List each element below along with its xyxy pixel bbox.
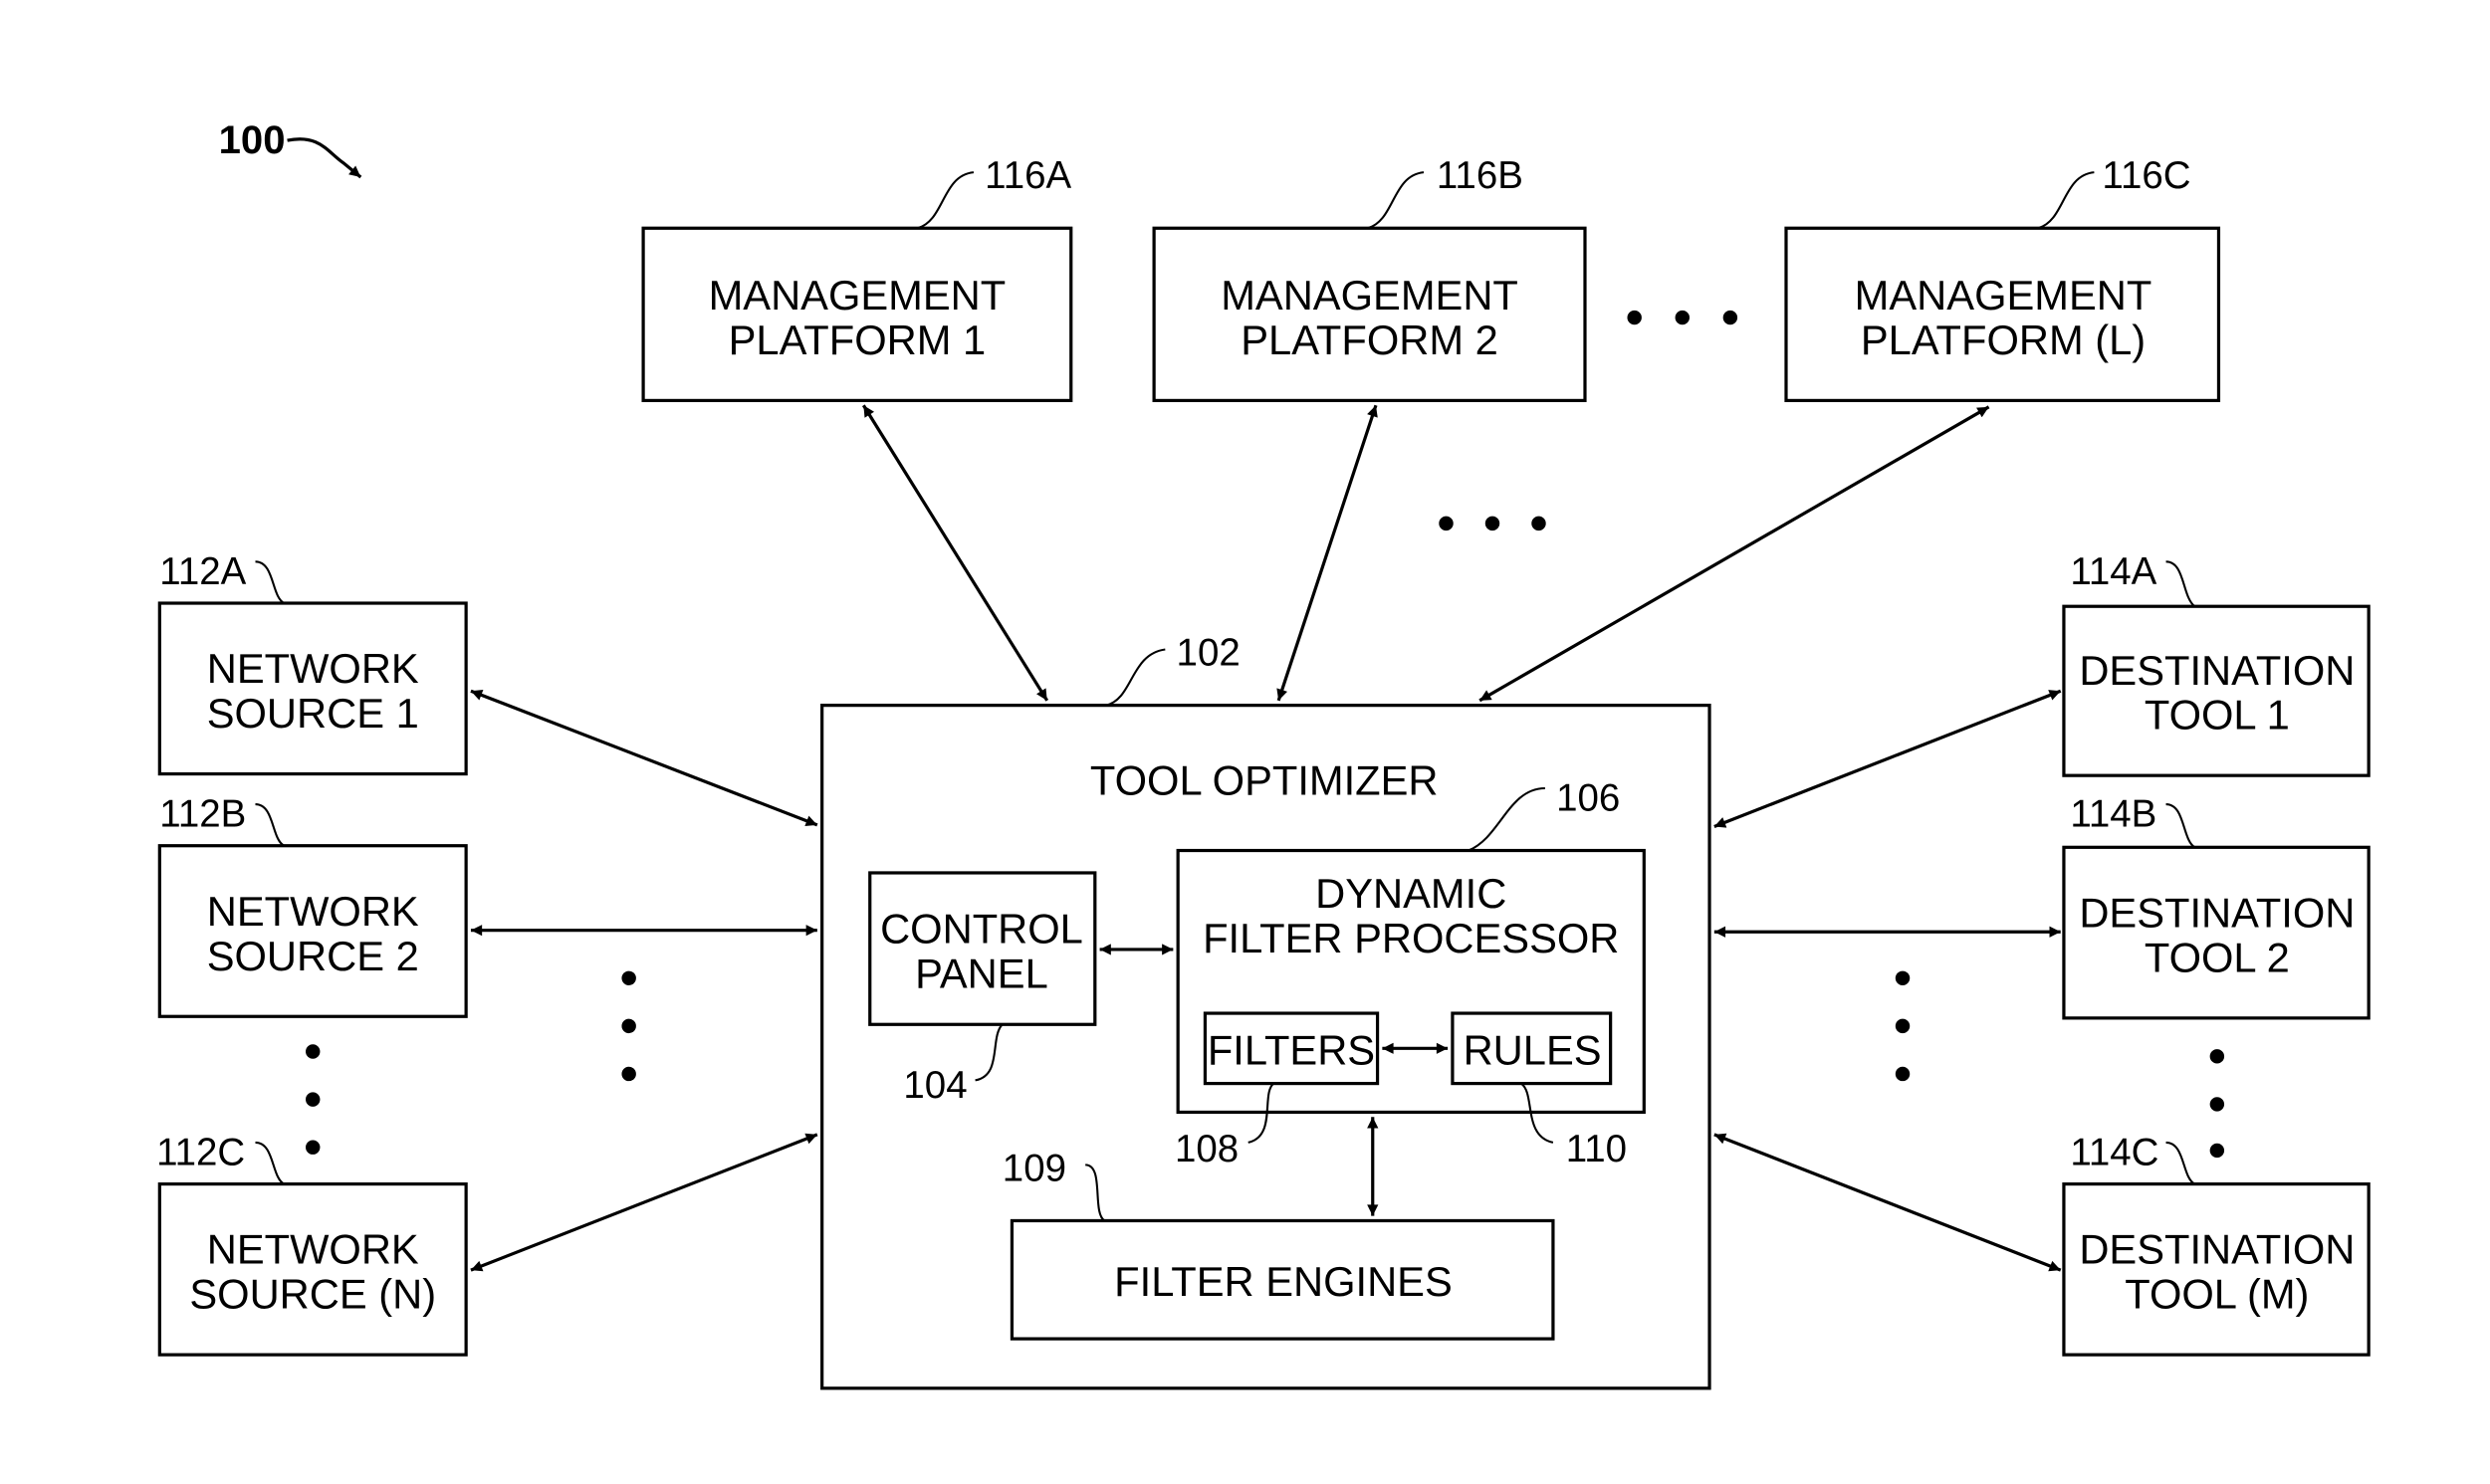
management-platform-1-ref: 116A [985, 154, 1071, 197]
management-platform-1: MANAGEMENT PLATFORM 1 116A [641, 154, 1073, 403]
network-source-ellipsis [306, 1044, 321, 1155]
destination-tool-1-line2: TOOL 1 [2145, 692, 2290, 739]
rules-ref: 110 [1566, 1128, 1627, 1170]
destination-tool-m-ref: 114C [2070, 1131, 2158, 1173]
filter-engines-label: FILTER ENGINES [1114, 1258, 1453, 1305]
management-link-ellipsis [1439, 516, 1546, 531]
connector-source-n [470, 1133, 818, 1272]
connector-destination-m [1713, 1133, 2062, 1272]
destination-tool-ellipsis [2209, 1049, 2225, 1159]
destination-tool-2-line1: DESTINATION [2079, 889, 2355, 936]
management-platform-l-line2: PLATFORM (L) [1861, 317, 2146, 363]
destination-tool-1: DESTINATION TOOL 1 114A [2062, 550, 2371, 777]
destination-tool-1-ref: 114A [2070, 550, 2156, 593]
destination-tool-1-line1: DESTINATION [2079, 647, 2355, 694]
network-source-2-line2: SOURCE 2 [207, 933, 419, 979]
management-platform-1-line1: MANAGEMENT [709, 272, 1007, 318]
management-platform-2-line1: MANAGEMENT [1221, 272, 1518, 318]
figure-reference: 100 [219, 118, 286, 162]
connector-management-1 [861, 404, 1049, 702]
filter-engines-ref: 109 [1003, 1147, 1066, 1189]
management-platform-2: MANAGEMENT PLATFORM 2 116B [1152, 154, 1587, 403]
management-platform-1-line2: PLATFORM 1 [729, 317, 987, 363]
network-source-1-line2: SOURCE 1 [207, 690, 419, 737]
tool-optimizer-ref: 102 [1177, 632, 1241, 675]
figure-reference-arrow [287, 137, 362, 179]
network-source-n-line2: SOURCE (N) [189, 1271, 436, 1318]
management-platform-2-line2: PLATFORM 2 [1241, 317, 1498, 363]
connector-management-2 [1276, 404, 1378, 702]
network-source-2-ref: 112B [159, 792, 246, 835]
destination-tool-m-line1: DESTINATION [2079, 1226, 2355, 1273]
management-platform-l-ref: 116C [2102, 154, 2190, 197]
destination-tool-m: DESTINATION TOOL (M) 114C [2062, 1131, 2371, 1357]
network-source-2: NETWORK SOURCE 2 112B [157, 792, 468, 1018]
connector-management-l [1478, 405, 1990, 703]
tool-optimizer-title: TOOL OPTIMIZER [1090, 756, 1439, 803]
destination-link-ellipsis [1895, 970, 1911, 1082]
network-source-n-line1: NETWORK [207, 1226, 419, 1273]
connector-destination-1 [1713, 689, 2062, 828]
destination-tool-2: DESTINATION TOOL 2 114B [2062, 792, 2371, 1020]
network-source-1-ref: 112A [159, 550, 246, 593]
dynamic-filter-processor-ref: 106 [1556, 776, 1620, 819]
source-link-ellipsis [621, 970, 636, 1082]
network-source-n: NETWORK SOURCE (N) 112C [156, 1131, 468, 1357]
filters-label: FILTERS [1208, 1026, 1375, 1073]
management-ellipsis-horizontal [1627, 310, 1738, 325]
destination-tool-2-line2: TOOL 2 [2145, 934, 2290, 980]
dynamic-filter-processor-line1: DYNAMIC [1315, 870, 1506, 917]
control-panel-line1: CONTROL [880, 906, 1083, 953]
control-panel-line2: PANEL [915, 950, 1048, 996]
network-source-2-line1: NETWORK [207, 888, 419, 935]
destination-tool-m-line2: TOOL (M) [2125, 1271, 2309, 1318]
management-platform-l: MANAGEMENT PLATFORM (L) 116C [1784, 154, 2221, 403]
management-platform-2-ref: 116B [1437, 154, 1523, 197]
dynamic-filter-processor-line2: FILTER PROCESSOR [1203, 915, 1619, 961]
control-panel-ref: 104 [903, 1064, 967, 1107]
filters-ref: 108 [1175, 1128, 1239, 1170]
network-source-1: NETWORK SOURCE 1 112A [157, 550, 468, 776]
rules-label: RULES [1464, 1026, 1602, 1073]
connector-source-1 [470, 689, 818, 827]
network-source-n-ref: 112C [156, 1131, 245, 1173]
management-platform-l-line1: MANAGEMENT [1855, 272, 2152, 318]
system-diagram: 100 MANAGEMENT PLATFORM 1 116A MANAGEMEN… [156, 118, 2371, 1390]
destination-tool-2-ref: 114B [2070, 792, 2156, 835]
network-source-1-line1: NETWORK [207, 645, 419, 692]
